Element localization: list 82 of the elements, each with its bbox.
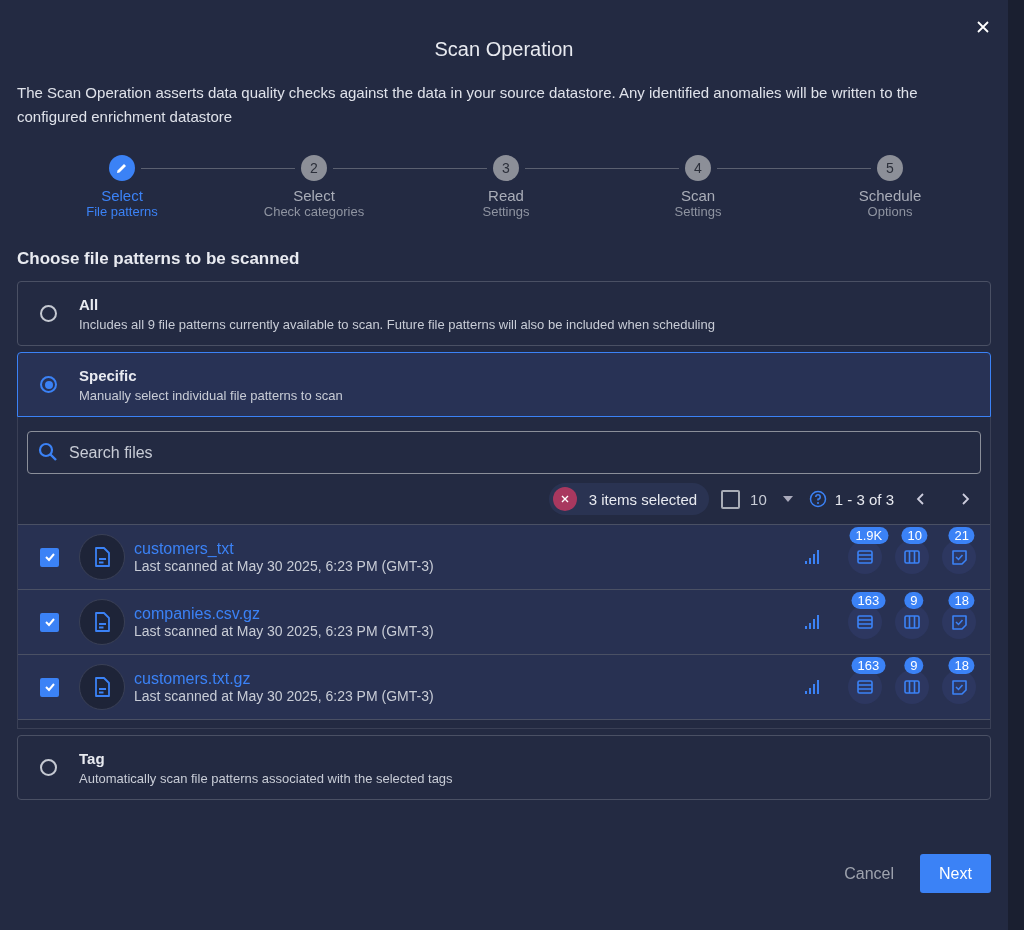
signal-bars-icon <box>805 680 819 694</box>
clear-selection-button[interactable] <box>552 487 577 511</box>
count-badge: 21 <box>948 527 975 544</box>
table-rows-icon <box>857 550 873 564</box>
selection-count: 3 items selected <box>588 490 698 508</box>
next-button[interactable]: Next <box>920 854 991 893</box>
step-label: Select <box>293 187 335 204</box>
document-icon <box>94 677 110 697</box>
help-icon[interactable] <box>808 490 827 508</box>
step-sublabel: Settings <box>482 204 530 219</box>
caret-icon[interactable] <box>782 496 793 502</box>
row-checkbox[interactable] <box>40 547 59 567</box>
close-icon <box>560 495 569 503</box>
radio-button[interactable] <box>40 376 57 393</box>
checked-document-icon <box>951 614 967 630</box>
step-label: Select <box>101 187 143 204</box>
radio-option[interactable]: Specific Manually select individual file patterns to scan <box>17 352 991 417</box>
next-page-icon[interactable] <box>962 493 970 505</box>
step-number: 2 <box>301 155 327 181</box>
search-field[interactable]: Search files <box>27 431 981 474</box>
step-number: 5 <box>877 155 903 181</box>
pagination-range: 1 - 3 of 3 <box>834 490 894 508</box>
close-icon <box>977 21 989 33</box>
step-number: 4 <box>685 155 711 181</box>
checkmark-icon <box>43 681 56 693</box>
checked-document-icon <box>951 549 967 565</box>
dialog-title: Scan Operation <box>433 38 575 61</box>
count-badge: 1.9K <box>849 527 889 544</box>
option-label: Specific <box>79 366 138 384</box>
step-sublabel: Check categories <box>263 204 365 219</box>
columns-icon <box>904 550 920 564</box>
row-checkbox[interactable] <box>40 612 59 632</box>
document-icon <box>94 547 110 567</box>
option-label: Tag <box>79 749 106 767</box>
count-badge: 18 <box>948 657 975 674</box>
step-sublabel: Options <box>867 204 913 219</box>
pencil-icon <box>116 162 128 174</box>
radio-option[interactable]: Tag Automatically scan file patterns associated with the selected tags <box>17 735 991 800</box>
selection-chip[interactable]: 3 items selected <box>548 483 710 515</box>
count-badge: 9 <box>904 657 924 674</box>
signal-bars-icon <box>805 550 819 564</box>
section-title: Choose file patterns to be scanned <box>17 249 301 269</box>
select-all-checkbox[interactable] <box>721 489 741 509</box>
step-sublabel: File patterns <box>86 204 158 219</box>
radio-button[interactable] <box>40 759 57 776</box>
option-label: All <box>79 295 100 313</box>
count-badge: 163 <box>851 592 886 609</box>
cancel-button[interactable]: Cancel <box>840 854 898 893</box>
document-icon <box>94 612 110 632</box>
rows-per-page-select[interactable]: 10 <box>750 490 767 508</box>
signal-bars-icon <box>805 615 819 629</box>
option-description: Manually select individual file patterns to scan <box>79 387 343 403</box>
file-name-link[interactable]: customers.txt.gz <box>134 670 805 688</box>
checkmark-icon <box>43 551 56 563</box>
last-scanned-text: Last scanned at May 30 2025, 6:23 PM (GMT-3) <box>134 623 435 639</box>
step-sublabel: Settings <box>674 204 722 219</box>
step-number: 3 <box>493 155 519 181</box>
file-name-link[interactable]: customers_txt <box>134 540 805 558</box>
count-badge: 163 <box>851 657 886 674</box>
last-scanned-text: Last scanned at May 30 2025, 6:23 PM (GMT-3) <box>134 558 435 574</box>
radio-button[interactable] <box>40 305 57 322</box>
last-scanned-text: Last scanned at May 30 2025, 6:23 PM (GMT-3) <box>134 688 435 704</box>
dialog-description: The Scan Operation asserts data quality checks against the data in your source datastore. Any identified anomalies will be written to the configured enrichment datastore <box>17 83 919 127</box>
previous-page-icon[interactable] <box>916 493 924 505</box>
count-badge: 9 <box>904 592 924 609</box>
option-description: Automatically scan file patterns associated with the selected tags <box>79 770 453 786</box>
checked-document-icon <box>951 679 967 695</box>
count-badge: 10 <box>901 527 928 544</box>
columns-icon <box>904 615 920 629</box>
row-checkbox[interactable] <box>40 677 59 697</box>
columns-icon <box>904 680 920 694</box>
radio-option[interactable]: All Includes all 9 file patterns currently available to scan. Future file patterns will also be included when scheduling <box>17 281 991 346</box>
table-rows-icon <box>857 680 873 694</box>
checkmark-icon <box>43 616 56 628</box>
step-label: Schedule <box>858 187 922 204</box>
table-rows-icon <box>857 615 873 629</box>
file-name-link[interactable]: companies.csv.gz <box>134 605 805 623</box>
option-description: Includes all 9 file patterns currently available to scan. Future file patterns will also be included when scheduling <box>79 316 715 332</box>
step-label: Scan <box>680 187 716 204</box>
search-icon <box>38 442 58 462</box>
step-label: Read <box>488 187 524 204</box>
count-badge: 18 <box>948 592 975 609</box>
